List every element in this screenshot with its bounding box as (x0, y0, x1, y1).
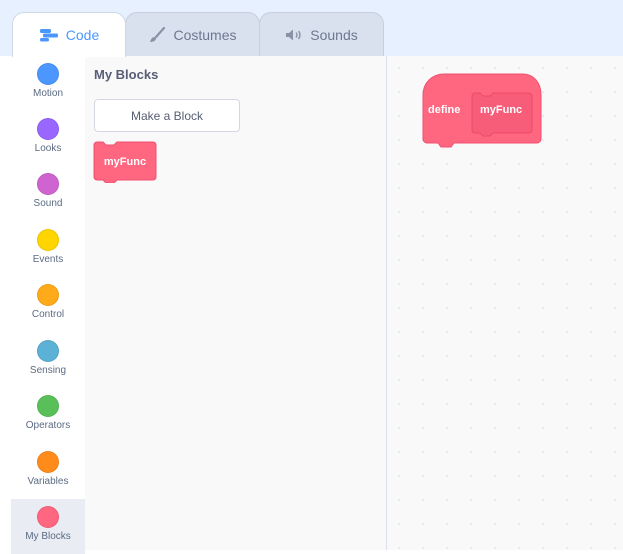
sound-color-dot (37, 173, 59, 195)
my-blocks-color-dot (37, 506, 59, 528)
tab-code[interactable]: Code (12, 12, 126, 57)
category-my-blocks[interactable]: My Blocks (11, 499, 85, 554)
events-color-dot (37, 229, 59, 251)
tab-costumes[interactable]: Costumes (125, 12, 260, 56)
block-palette: My Blocks Make a Block myFunc (85, 56, 387, 550)
variables-color-dot (37, 451, 59, 473)
speaker-icon (285, 28, 303, 42)
tab-costumes-label: Costumes (173, 26, 237, 43)
operators-color-dot (37, 395, 59, 417)
category-sound[interactable]: Sound (11, 166, 85, 221)
control-color-dot (37, 284, 59, 306)
category-operators[interactable]: Operators (11, 388, 85, 443)
category-events[interactable]: Events (11, 222, 85, 277)
myfunc-call-block[interactable]: myFunc (93, 141, 157, 183)
category-label: My Blocks (25, 531, 71, 542)
motion-color-dot (37, 63, 59, 85)
myfunc-call-label: myFunc (103, 156, 147, 168)
make-a-block-button[interactable]: Make a Block (94, 99, 240, 132)
palette-title: My Blocks (94, 67, 159, 82)
category-motion[interactable]: Motion (11, 56, 85, 111)
category-variables[interactable]: Variables (11, 444, 85, 499)
category-label: Variables (27, 476, 69, 487)
category-control[interactable]: Control (11, 277, 85, 332)
category-menu: Motion Looks Sound Events Control Sensin… (11, 56, 86, 554)
tab-code-label: Code (65, 27, 100, 43)
define-label: define (428, 104, 461, 116)
prototype-label: myFunc (480, 104, 523, 116)
looks-color-dot (37, 118, 59, 140)
script-area[interactable]: define myFunc (387, 56, 623, 550)
category-looks[interactable]: Looks (11, 111, 85, 166)
category-label: Sound (33, 198, 63, 209)
brush-icon (148, 26, 166, 43)
category-label: Events (32, 254, 64, 265)
category-sensing[interactable]: Sensing (11, 333, 85, 388)
tab-sounds-label: Sounds (310, 26, 358, 43)
category-label: Motion (32, 88, 63, 99)
category-label: Control (31, 309, 65, 320)
category-label: Operators (25, 420, 71, 431)
code-icon (39, 28, 59, 42)
editor-tab-bar: Code Costumes Sounds (0, 0, 623, 57)
tab-sounds[interactable]: Sounds (259, 12, 384, 56)
category-label: Looks (34, 143, 62, 154)
define-hat-block[interactable]: define myFunc (422, 73, 542, 151)
sensing-color-dot (37, 340, 59, 362)
category-label: Sensing (29, 365, 67, 376)
